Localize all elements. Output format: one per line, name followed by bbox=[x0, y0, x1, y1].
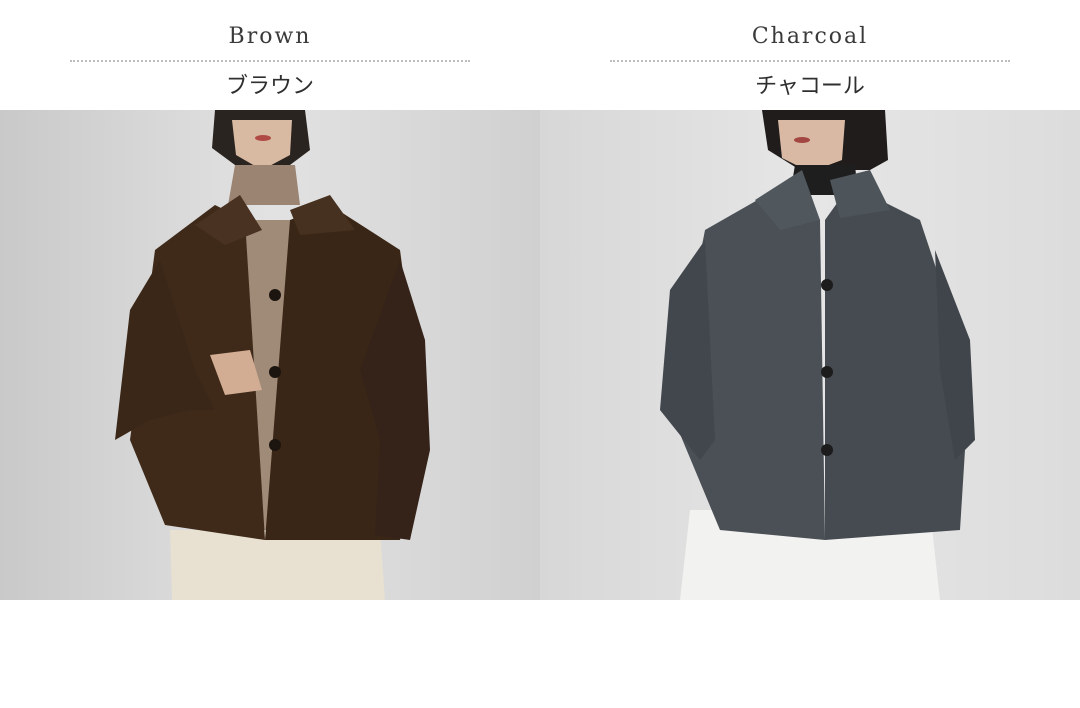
dotted-divider bbox=[610, 60, 1010, 62]
variant-name-jp: ブラウン bbox=[225, 74, 314, 99]
variant-header-brown: Brown ブラウン bbox=[0, 0, 540, 110]
dotted-divider bbox=[70, 60, 470, 62]
variant-header-charcoal: Charcoal チャコール bbox=[540, 0, 1080, 110]
color-variant-page: Brown ブラウン Charcoal チャコール bbox=[0, 0, 1080, 708]
product-photo-charcoal bbox=[540, 110, 1080, 600]
variant-name-en: Charcoal bbox=[751, 24, 869, 49]
variant-name-en: Brown bbox=[228, 24, 312, 49]
product-photo-brown bbox=[0, 110, 540, 600]
variant-name-jp: チャコール bbox=[755, 74, 865, 99]
